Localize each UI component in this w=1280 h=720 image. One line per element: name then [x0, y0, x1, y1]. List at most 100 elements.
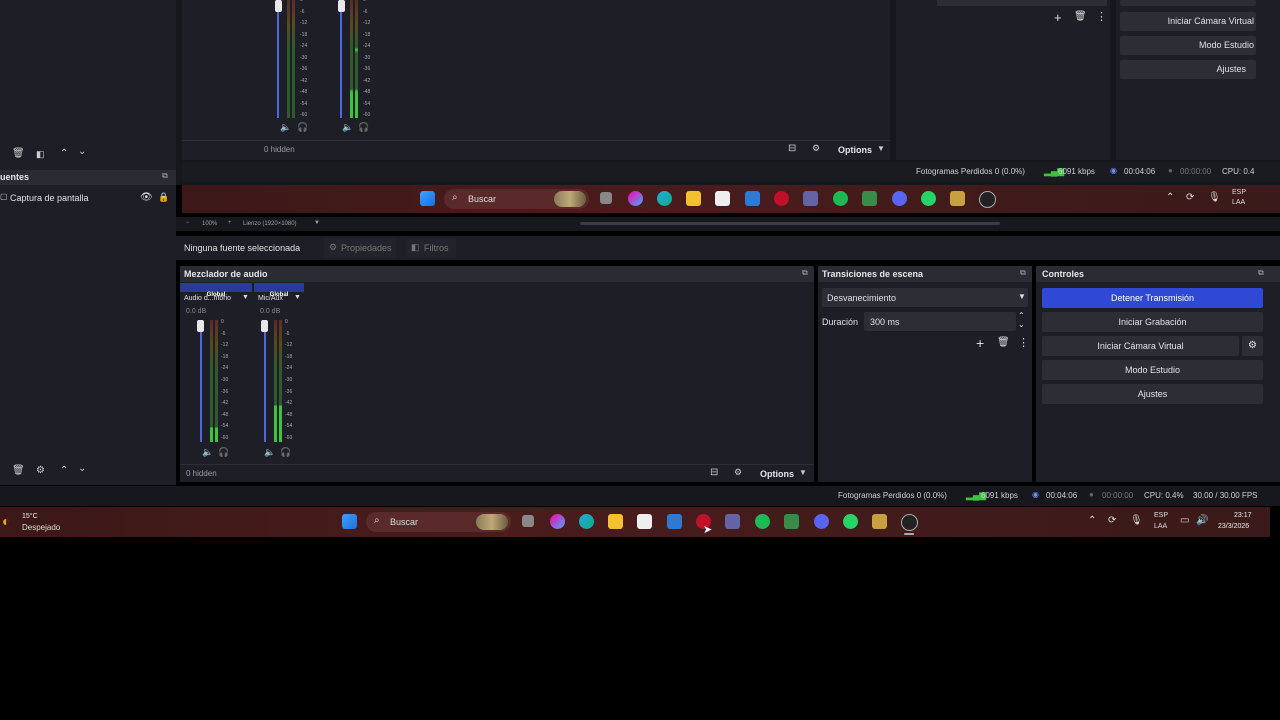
clock-time[interactable]: 23:17 [1234, 512, 1252, 519]
virtual-cam-button[interactable]: Iniciar Cámara Virtual [1042, 336, 1239, 356]
mail-icon-main[interactable] [667, 514, 682, 529]
duration-input[interactable]: 300 ms [864, 312, 1016, 331]
top-more-icon[interactable]: ⋮ [1096, 10, 1107, 23]
discord-icon-main[interactable] [814, 514, 829, 529]
weather-desc[interactable]: Despejado [22, 523, 60, 532]
spotify-icon-main[interactable] [755, 514, 770, 529]
top-add-icon[interactable]: + [1054, 10, 1062, 25]
top-mute-icon-2[interactable]: 🔈 [342, 122, 353, 133]
copilot-icon[interactable] [628, 191, 643, 206]
duration-down-icon[interactable]: ⌄ [1018, 320, 1025, 329]
task-view-icon-main[interactable] [522, 515, 534, 527]
transition-more-icon[interactable]: ⋮ [1018, 336, 1029, 349]
teams-icon-main[interactable] [725, 514, 740, 529]
stop-stream-button[interactable]: Detener Transmisión [1042, 288, 1263, 308]
volume-slider-track-2[interactable] [264, 320, 266, 442]
filter-icon[interactable]: ◧ [36, 149, 45, 160]
store-icon[interactable] [715, 191, 730, 206]
top-trash-icon[interactable]: 🗑 [1074, 11, 1087, 22]
league-icon[interactable] [950, 191, 965, 206]
filters-button[interactable]: ◧ Filtros [406, 239, 456, 257]
volume-icon[interactable]: 🔊 [1196, 515, 1208, 526]
top-transitions-dropdown[interactable] [937, 0, 1107, 6]
source-item-row[interactable]: ▢ Captura de pantalla 👁 🔒 [0, 190, 176, 206]
canvas-caret[interactable]: ▼ [314, 220, 320, 226]
store-icon-main[interactable] [637, 514, 652, 529]
mixer-options-button[interactable]: Options [760, 469, 794, 479]
top-monitor-icon-2[interactable]: 🎧 [358, 122, 369, 133]
top-studio-button[interactable]: Modo Estudio [1120, 36, 1256, 55]
top-layout-icon[interactable]: ⊟ [788, 143, 796, 154]
virtual-cam-settings-button[interactable]: ⚙ [1242, 336, 1263, 356]
mail-icon[interactable] [745, 191, 760, 206]
whatsapp-icon-main[interactable] [843, 514, 858, 529]
duration-up-icon[interactable]: ⌃ [1018, 311, 1025, 320]
app-icon[interactable] [862, 191, 877, 206]
tray-mic-icon[interactable]: 🎙 [1130, 515, 1143, 526]
network-icon[interactable]: ▭ [1180, 515, 1189, 526]
weather-temp[interactable]: 15°C [22, 513, 38, 520]
channel-1-monitor-icon[interactable]: 🎧 [218, 447, 229, 458]
top-search-box[interactable]: ⌕ Buscar [444, 189, 589, 209]
teams-icon[interactable] [803, 191, 818, 206]
discord-icon[interactable] [892, 191, 907, 206]
arrow-up-icon[interactable]: ⌃ [60, 148, 68, 159]
clock-date[interactable]: 23/3/2026 [1218, 523, 1249, 530]
obs-icon-main[interactable] [901, 514, 918, 531]
edge-icon[interactable] [657, 191, 672, 206]
zoom-plus[interactable]: + [228, 220, 232, 226]
tray-sync-icon[interactable]: ⟳ [1108, 515, 1116, 526]
top-mute-icon-1[interactable]: 🔈 [280, 122, 291, 133]
transition-select[interactable]: Desvanecimiento ▼ [822, 288, 1028, 307]
channel-1-mute-icon[interactable]: 🔈 [202, 447, 213, 458]
channel-2-monitor-icon[interactable]: 🎧 [280, 447, 291, 458]
studio-mode-button[interactable]: Modo Estudio [1042, 360, 1263, 380]
controls-undock-icon[interactable]: ⧉ [1258, 268, 1264, 278]
zoom-minus[interactable]: − [186, 220, 190, 226]
whatsapp-icon[interactable] [921, 191, 936, 206]
copilot-icon-main[interactable] [550, 514, 565, 529]
top-tray-chevron-icon[interactable]: ⌃ [1166, 192, 1174, 203]
lock-icon[interactable]: 🔒 [158, 192, 169, 203]
eye-icon[interactable]: 👁 [140, 192, 153, 203]
league-icon-main[interactable] [872, 514, 887, 529]
search-box[interactable]: ⌕ Buscar [366, 512, 511, 532]
volume-slider-track-1[interactable] [200, 320, 202, 442]
properties-button[interactable]: ⚙ Propiedades [324, 239, 396, 257]
windows-start-icon[interactable] [420, 191, 435, 206]
add-transition-icon[interactable]: + [976, 335, 984, 351]
channel-1-caret[interactable]: ▼ [242, 294, 249, 301]
source-checkbox-icon[interactable]: ▢ [0, 192, 8, 201]
transitions-undock-icon[interactable]: ⧉ [1020, 268, 1026, 278]
trash-icon[interactable]: 🗑 [12, 148, 25, 159]
scene-trash-icon[interactable]: 🗑 [12, 465, 25, 476]
top-tray-mic-icon[interactable]: 🎙 [1208, 192, 1221, 203]
start-icon[interactable] [342, 514, 357, 529]
top-virtual-cam-button[interactable]: Iniciar Cámara Virtual [1120, 12, 1256, 31]
channel-2-caret[interactable]: ▼ [294, 294, 301, 301]
horizontal-scrollbar[interactable] [580, 222, 1000, 225]
undock-icon[interactable]: ⧉ [162, 171, 168, 181]
edge-icon-main[interactable] [579, 514, 594, 529]
scene-gear-icon[interactable]: ⚙ [36, 465, 45, 476]
top-lang2[interactable]: LAA [1232, 199, 1245, 206]
folder-icon[interactable] [686, 191, 701, 206]
volume-slider-knob-2[interactable] [261, 320, 268, 332]
audio-mixer-undock-icon[interactable]: ⧉ [802, 268, 808, 278]
channel-1-global-tag[interactable]: Global [180, 283, 252, 298]
weather-icon[interactable]: ◐ [2, 513, 10, 529]
arrow-down-icon[interactable]: ⌄ [78, 146, 86, 157]
mixer-settings-icon[interactable]: ⚙ [734, 467, 742, 478]
app-icon-main[interactable] [784, 514, 799, 529]
start-recording-button[interactable]: Iniciar Grabación [1042, 312, 1263, 332]
obs-icon[interactable] [979, 191, 996, 208]
scene-up-icon[interactable]: ⌃ [60, 465, 68, 476]
spotify-icon[interactable] [833, 191, 848, 206]
folder-icon-main[interactable] [608, 514, 623, 529]
settings-button[interactable]: Ajustes [1042, 384, 1263, 404]
top-settings-icon[interactable]: ⚙ [812, 143, 820, 154]
top-settings-button[interactable]: Ajustes [1120, 60, 1256, 79]
remove-transition-icon[interactable]: 🗑 [997, 337, 1010, 348]
scene-down-icon[interactable]: ⌄ [78, 463, 86, 474]
mixer-layout-icon[interactable]: ⊟ [710, 467, 718, 478]
